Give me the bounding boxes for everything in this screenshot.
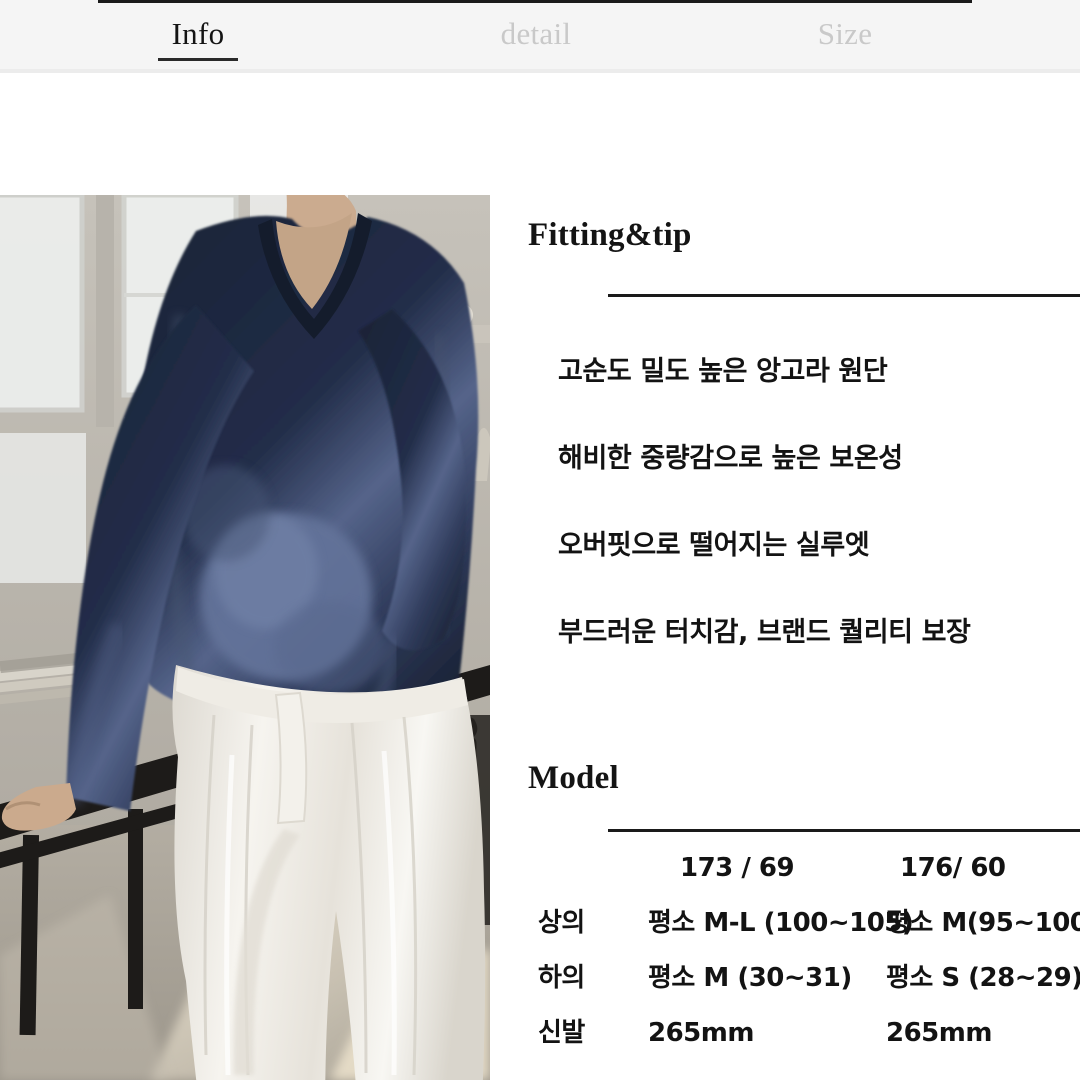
model-title: Model <box>528 760 619 796</box>
tab-bar-divider <box>0 69 1080 73</box>
tab-bar: Info detail Size <box>0 0 1080 73</box>
model-row-col1: 평소 M (30~31) <box>648 963 852 993</box>
model-row-col1: 265mm <box>648 1018 754 1048</box>
table-row: 하의 평소 M (30~31) 평소 S (28~29) <box>490 960 1080 1015</box>
product-photo <box>0 195 490 1080</box>
tab-bar-top-rule <box>98 0 972 3</box>
model-row-col2: 평소 S (28~29) <box>886 963 1080 993</box>
fitting-tip-list: 고순도 밀도 높은 앙고라 원단 해비한 중량감으로 높은 보온성 오버핏으로 … <box>558 357 1078 705</box>
model-row-col1: 평소 M-L (100~105) <box>648 908 914 938</box>
table-row: 신발 265mm 265mm <box>490 1015 1080 1070</box>
tab-size[interactable]: Size <box>810 14 880 64</box>
model-row-col2: 평소 M(95~100) <box>886 908 1080 938</box>
table-row-header: 173 / 69 176/ 60 <box>490 850 1080 905</box>
model-header-col1: 173 / 69 <box>680 853 795 883</box>
model-row-label: 상의 <box>538 908 585 938</box>
fitting-tip-item: 오버핏으로 떨어지는 실루엣 <box>558 530 870 561</box>
table-row: 상의 평소 M-L (100~105) 평소 M(95~100) <box>490 905 1080 960</box>
fitting-tip-item: 해비한 중량감으로 높은 보온성 <box>558 443 903 474</box>
model-rule <box>608 829 1080 832</box>
model-row-col2: 265mm <box>886 1018 992 1048</box>
fitting-tip-rule <box>608 294 1080 297</box>
tab-info[interactable]: Info <box>160 14 236 64</box>
fitting-tip-item: 고순도 밀도 높은 앙고라 원단 <box>558 356 888 387</box>
fitting-tip-item: 부드러운 터치감, 브랜드 퀄리티 보장 <box>558 617 971 648</box>
product-info-page: Info detail Size Fitting&tip 고순도 밀도 높은 앙… <box>0 0 1080 1080</box>
tab-active-indicator <box>158 58 238 61</box>
tab-detail[interactable]: detail <box>488 14 584 64</box>
info-panel: Fitting&tip 고순도 밀도 높은 앙고라 원단 해비한 중량감으로 높… <box>490 195 1080 1080</box>
model-table: 173 / 69 176/ 60 상의 평소 M-L (100~105) 평소 … <box>490 850 1080 1070</box>
fitting-tip-title: Fitting&tip <box>528 217 692 253</box>
model-header-col2: 176/ 60 <box>900 853 1006 883</box>
model-row-label: 하의 <box>538 963 585 993</box>
model-row-label: 신발 <box>538 1018 585 1048</box>
